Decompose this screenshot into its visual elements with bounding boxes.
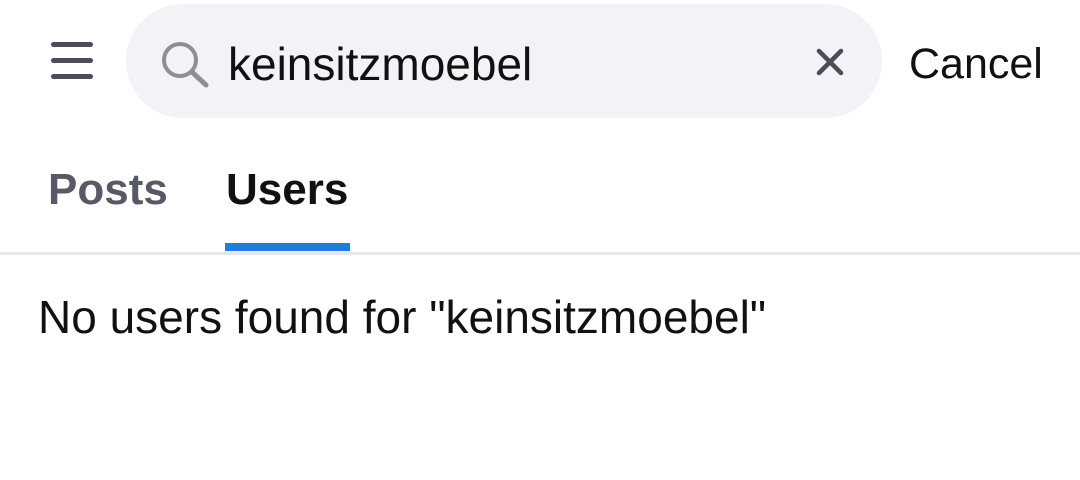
search-input[interactable] [228,26,788,102]
menu-bar-line [51,42,93,47]
menu-bar-line [51,74,93,79]
search-screen: Cancel Posts Users No users found for "k… [0,0,1080,480]
empty-results-message: No users found for "keinsitzmoebel" [38,291,767,343]
cancel-button[interactable]: Cancel [909,36,1043,92]
active-tab-indicator [225,243,350,251]
tab-users[interactable]: Users [226,128,348,252]
search-icon [162,42,209,88]
tab-posts[interactable]: Posts [48,128,168,252]
tabs-divider [0,252,1080,255]
search-tabs: Posts Users [0,128,1080,254]
close-icon[interactable] [808,40,852,84]
search-header: Cancel [0,0,1080,128]
menu-bar-line [51,58,93,63]
hamburger-menu-icon[interactable] [48,40,96,82]
